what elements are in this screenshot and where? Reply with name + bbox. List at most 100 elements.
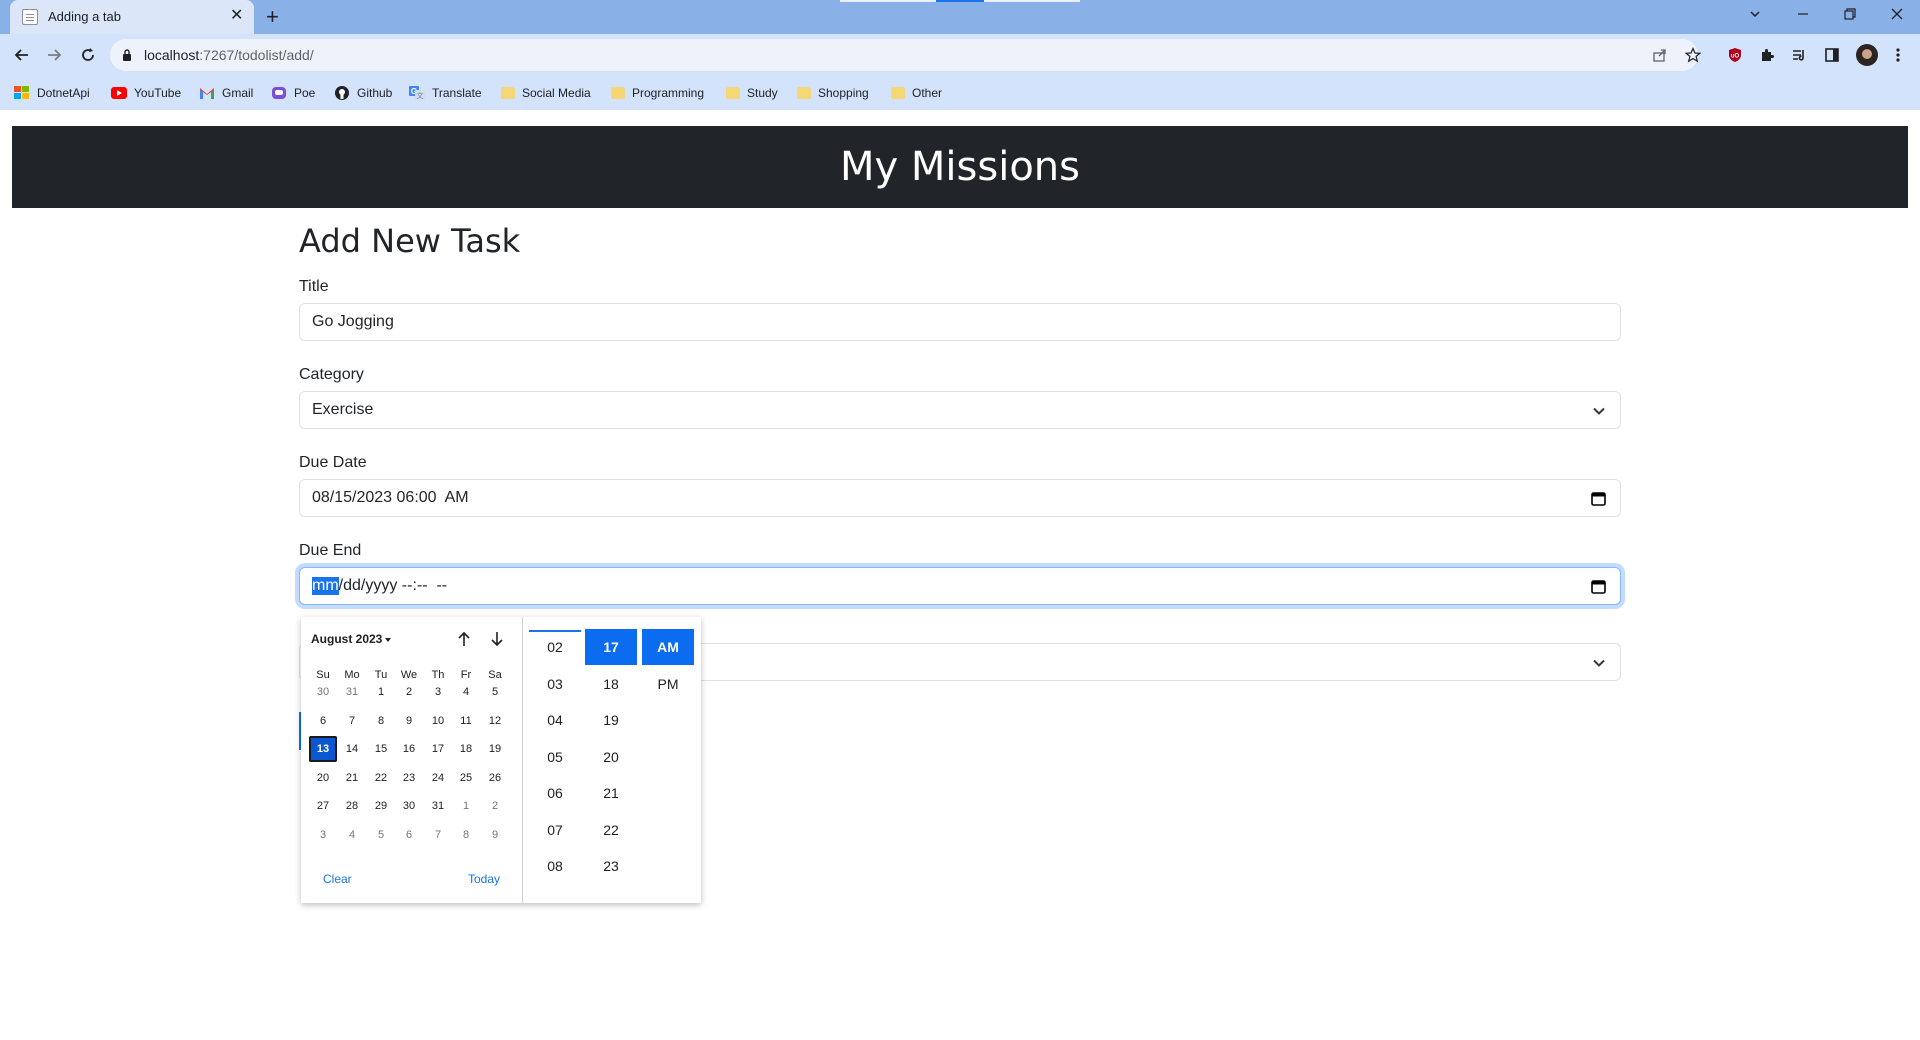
calendar-day[interactable]: 21 — [338, 765, 366, 791]
minute-option[interactable]: 18 — [585, 666, 637, 702]
calendar-day[interactable]: 24 — [424, 765, 452, 791]
month-year-selector[interactable]: August 2023 — [311, 632, 392, 646]
ampm-option[interactable]: AM — [642, 629, 694, 665]
minute-option[interactable]: 20 — [585, 739, 637, 775]
close-window-icon[interactable] — [1890, 7, 1904, 25]
calendar-day[interactable]: 19 — [481, 736, 509, 762]
media-control-icon[interactable] — [1789, 45, 1809, 65]
bookmark-folder-social-media[interactable]: Social Media — [501, 84, 591, 102]
hour-option[interactable]: 03 — [529, 666, 581, 702]
address-bar[interactable]: localhost:7267/todolist/add/ — [110, 39, 1701, 71]
lock-icon[interactable] — [122, 48, 132, 66]
reload-button[interactable] — [76, 43, 100, 67]
new-tab-button[interactable]: + — [266, 4, 279, 30]
calendar-day[interactable]: 1 — [452, 793, 480, 819]
calendar-day[interactable]: 31 — [338, 679, 366, 705]
bookmark-github[interactable]: Github — [334, 84, 392, 102]
calendar-day[interactable]: 11 — [452, 708, 480, 734]
calendar-day[interactable]: 17 — [424, 736, 452, 762]
calendar-day[interactable]: 15 — [367, 736, 395, 762]
bookmark-folder-other[interactable]: Other — [891, 84, 942, 102]
back-button[interactable] — [10, 43, 34, 67]
calendar-icon[interactable] — [1591, 491, 1606, 511]
clear-button[interactable]: Clear — [323, 872, 352, 886]
bookmark-youtube[interactable]: YouTube — [111, 84, 181, 102]
calendar-day[interactable]: 7 — [424, 822, 452, 848]
forward-button[interactable] — [42, 43, 66, 67]
hour-option[interactable]: 04 — [529, 702, 581, 738]
menu-kebab-icon[interactable] — [1888, 45, 1908, 65]
minimize-icon[interactable] — [1796, 7, 1810, 25]
calendar-day[interactable]: 3 — [309, 822, 337, 848]
calendar-day[interactable]: 31 — [424, 793, 452, 819]
hour-option[interactable]: 08 — [529, 848, 581, 884]
today-button[interactable]: Today — [468, 872, 500, 886]
hour-option[interactable]: 05 — [529, 739, 581, 775]
share-icon[interactable] — [1650, 45, 1670, 65]
tab-search-icon[interactable] — [1748, 7, 1762, 25]
calendar-day[interactable]: 27 — [309, 793, 337, 819]
calendar-day[interactable]: 2 — [481, 793, 509, 819]
calendar-day[interactable]: 13 — [309, 736, 337, 763]
due-end-month-segment[interactable]: mm — [312, 577, 339, 595]
due-end-remaining[interactable]: /dd/yyyy --:-- -- — [339, 577, 447, 595]
close-tab-button[interactable]: ✕ — [230, 7, 243, 25]
calendar-day[interactable]: 5 — [481, 679, 509, 705]
calendar-day[interactable]: 26 — [481, 765, 509, 791]
calendar-day[interactable]: 23 — [395, 765, 423, 791]
calendar-day[interactable]: 30 — [395, 793, 423, 819]
calendar-day[interactable]: 8 — [367, 708, 395, 734]
calendar-day[interactable]: 12 — [481, 708, 509, 734]
bookmark-star-icon[interactable] — [1683, 45, 1703, 65]
calendar-day[interactable]: 29 — [367, 793, 395, 819]
bookmark-dotnetapi[interactable]: DotnetApi — [14, 84, 90, 102]
hour-option[interactable]: 06 — [529, 775, 581, 811]
previous-month-button[interactable] — [454, 629, 474, 649]
calendar-day[interactable]: 22 — [367, 765, 395, 791]
ublock-extension-icon[interactable]: uO — [1725, 45, 1745, 65]
calendar-day[interactable]: 9 — [481, 822, 509, 848]
calendar-day[interactable]: 8 — [452, 822, 480, 848]
hour-option[interactable]: 02 — [529, 629, 581, 665]
calendar-day[interactable]: 18 — [452, 736, 480, 762]
bookmark-folder-programming[interactable]: Programming — [611, 84, 704, 102]
calendar-icon[interactable] — [1591, 579, 1606, 599]
browser-tab[interactable]: Adding a tab ✕ — [10, 0, 254, 34]
due-end-input[interactable]: mm/dd/yyyy --:-- -- — [299, 567, 1621, 605]
calendar-day[interactable]: 28 — [338, 793, 366, 819]
profile-avatar[interactable] — [1855, 43, 1879, 67]
restore-icon[interactable] — [1843, 7, 1857, 25]
calendar-day[interactable]: 3 — [424, 679, 452, 705]
calendar-day[interactable]: 6 — [395, 822, 423, 848]
side-panel-icon[interactable] — [1822, 45, 1842, 65]
category-select[interactable]: Exercise — [299, 391, 1621, 429]
bookmark-folder-shopping[interactable]: Shopping — [797, 84, 869, 102]
calendar-day[interactable]: 7 — [338, 708, 366, 734]
calendar-day[interactable]: 16 — [395, 736, 423, 762]
calendar-day[interactable]: 1 — [367, 679, 395, 705]
bookmark-folder-study[interactable]: Study — [726, 84, 778, 102]
ampm-option[interactable]: PM — [642, 666, 694, 702]
due-date-input[interactable]: 08/15/2023 06:00 AM — [299, 479, 1621, 517]
minute-option[interactable]: 17 — [585, 629, 637, 665]
calendar-day[interactable]: 2 — [395, 679, 423, 705]
calendar-day[interactable]: 25 — [452, 765, 480, 791]
hour-option[interactable]: 07 — [529, 812, 581, 848]
calendar-day[interactable]: 9 — [395, 708, 423, 734]
calendar-day[interactable]: 5 — [367, 822, 395, 848]
minute-option[interactable]: 23 — [585, 848, 637, 884]
minute-option[interactable]: 22 — [585, 812, 637, 848]
bookmark-translate[interactable]: G文 Translate — [409, 84, 482, 102]
minute-option[interactable]: 21 — [585, 775, 637, 811]
next-month-button[interactable] — [487, 629, 507, 649]
extensions-icon[interactable] — [1757, 45, 1777, 65]
bookmark-poe[interactable]: Poe — [271, 84, 315, 102]
calendar-day[interactable]: 14 — [338, 736, 366, 762]
minute-option[interactable]: 19 — [585, 702, 637, 738]
bookmark-gmail[interactable]: Gmail — [199, 84, 253, 102]
calendar-day[interactable]: 4 — [338, 822, 366, 848]
calendar-day[interactable]: 4 — [452, 679, 480, 705]
calendar-day[interactable]: 20 — [309, 765, 337, 791]
calendar-day[interactable]: 6 — [309, 708, 337, 734]
calendar-day[interactable]: 10 — [424, 708, 452, 734]
